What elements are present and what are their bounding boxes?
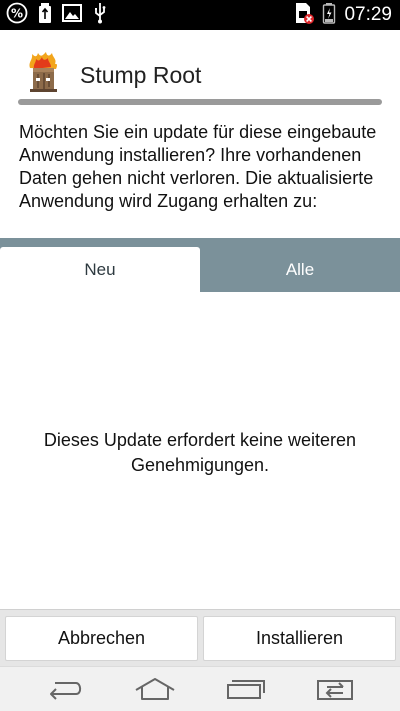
permission-tabs: Neu Alle (0, 238, 400, 292)
home-icon[interactable] (131, 673, 179, 705)
header-divider (18, 99, 382, 105)
tab-neu[interactable]: Neu (0, 247, 200, 292)
no-sim-icon (294, 2, 315, 29)
navigation-bar (0, 666, 400, 711)
app-header: Stump Root (0, 30, 400, 106)
image-icon (62, 3, 82, 28)
burning-tree-stump-icon (24, 52, 62, 92)
battery-usb-icon (38, 2, 52, 29)
switch-apps-icon[interactable] (311, 673, 359, 705)
app-title: Stump Root (80, 62, 202, 88)
tab-alle[interactable]: Alle (200, 247, 400, 292)
cancel-button[interactable]: Abbrechen (5, 616, 198, 661)
status-bar: % 07:29 (0, 0, 400, 30)
usb-icon (92, 2, 108, 29)
recents-icon[interactable] (221, 673, 269, 705)
button-bar: Abbrechen Installieren (0, 609, 400, 666)
install-button[interactable]: Installieren (203, 616, 396, 661)
svg-text:%: % (11, 6, 23, 20)
no-permissions-message: Dieses Update erfordert keine weiteren G… (43, 430, 357, 475)
back-icon[interactable] (41, 673, 89, 705)
percent-badge-icon: % (6, 2, 28, 29)
clock: 07:29 (344, 4, 392, 25)
battery-charging-icon (322, 2, 336, 29)
install-description: Möchten Sie ein update für diese eingeba… (19, 122, 377, 211)
